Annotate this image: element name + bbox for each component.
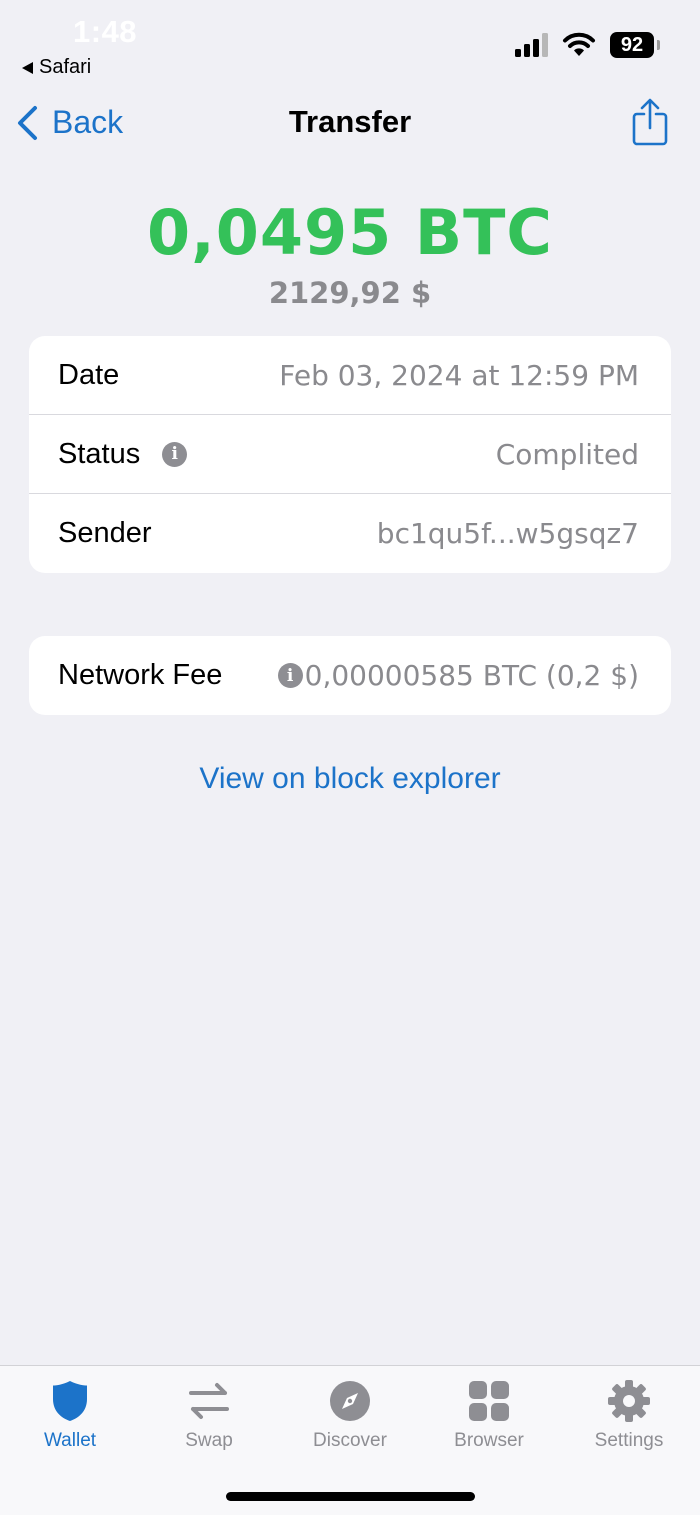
tab-wallet[interactable]: Wallet <box>10 1378 130 1452</box>
wifi-icon <box>563 32 595 56</box>
crypto-amount: 0,0495 BTC <box>147 196 553 269</box>
grid-icon <box>469 1381 509 1421</box>
fee-info-icon[interactable]: i <box>277 663 303 688</box>
status-label: Status <box>58 437 141 470</box>
network-fee-label-group: Network Fee <box>58 659 222 692</box>
status-label-group: Status i <box>58 437 188 471</box>
back-triangle-icon <box>22 61 33 74</box>
status-info-icon[interactable]: i <box>162 441 188 467</box>
home-indicator[interactable] <box>226 1492 475 1501</box>
battery-icon: 92 <box>610 32 660 58</box>
cellular-signal-icon <box>515 33 548 57</box>
status-value: Complited <box>495 437 639 471</box>
tab-swap[interactable]: Swap <box>149 1378 269 1452</box>
sender-label: Sender <box>58 517 152 549</box>
back-button[interactable]: Back <box>16 104 123 141</box>
tab-discover-label: Discover <box>313 1430 387 1451</box>
transaction-details-card: Date Feb 03, 2024 at 12:59 PM Status i C… <box>29 336 671 573</box>
date-label: Date <box>58 358 120 391</box>
network-fee-card: Network Fee i 0,00000585 BTC (0,2 $) <box>29 636 671 715</box>
view-on-block-explorer-link[interactable]: View on block explorer <box>0 762 700 796</box>
network-fee-value: 0,00000585 BTC (0,2 $) <box>304 659 639 692</box>
back-to-app-button[interactable]: Safari <box>22 56 91 79</box>
network-fee-label: Network Fee <box>58 659 223 691</box>
gear-icon <box>608 1380 650 1422</box>
tab-settings[interactable]: Settings <box>569 1378 689 1452</box>
date-row: Date Feb 03, 2024 at 12:59 PM <box>29 336 671 415</box>
share-icon <box>632 98 668 146</box>
tab-swap-label: Swap <box>185 1430 233 1451</box>
chevron-left-icon <box>18 105 37 140</box>
fiat-amount: 2129,92 $ <box>268 276 432 310</box>
tab-wallet-label: Wallet <box>43 1430 97 1451</box>
system-status-icons: 92 <box>515 32 660 58</box>
network-fee-value-group: i 0,00000585 BTC (0,2 $) <box>277 659 639 692</box>
tab-discover[interactable]: Discover <box>290 1378 410 1452</box>
sender-row[interactable]: Sender bc1qu5f...w5gsqz7 <box>29 494 671 573</box>
share-button[interactable] <box>632 98 668 151</box>
tab-browser-label: Browser <box>454 1430 524 1451</box>
date-value: Feb 03, 2024 at 12:59 PM <box>279 358 639 392</box>
network-fee-row: Network Fee i 0,00000585 BTC (0,2 $) <box>29 636 671 715</box>
sender-address: bc1qu5f...w5gsqz7 <box>376 517 639 550</box>
compass-icon <box>330 1381 370 1421</box>
tab-browser[interactable]: Browser <box>429 1378 549 1452</box>
status-time: 1:48 <box>73 14 138 49</box>
shield-icon <box>53 1381 87 1421</box>
screen: 1:48 Safari 92 Back Transfer 0,0495 BTC … <box>0 0 700 1515</box>
swap-arrows-icon <box>189 1383 229 1419</box>
status-row: Status i Complited <box>29 415 671 494</box>
tab-settings-label: Settings <box>594 1430 664 1451</box>
back-label: Back <box>52 104 124 140</box>
back-app-label: Safari <box>39 56 92 78</box>
